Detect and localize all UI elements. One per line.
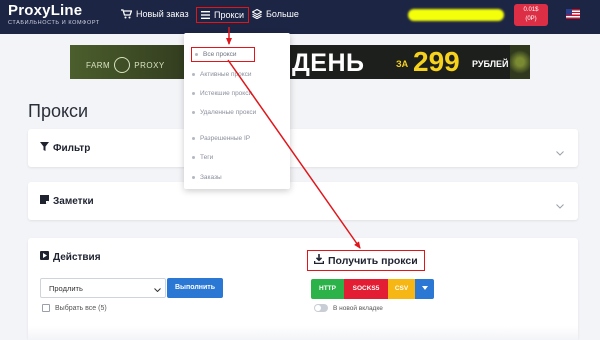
- proxy-dropdown-menu: Все прокси Активные прокси Истекшие прок…: [184, 33, 290, 189]
- download-icon: [313, 254, 325, 267]
- dropdown-item-expired-proxies[interactable]: Истекшие прокси: [192, 90, 252, 97]
- play-square-icon: [40, 251, 49, 263]
- nav-more[interactable]: Больше: [252, 9, 299, 19]
- dropdown-item-label: Истекшие прокси: [200, 90, 253, 97]
- banner-farm-text: FARM: [86, 60, 111, 70]
- actions-card-title: Действия: [53, 251, 101, 263]
- notes-card[interactable]: Заметки: [28, 182, 578, 220]
- bullet-icon: [192, 73, 195, 76]
- banner-price: 299: [413, 46, 460, 77]
- notes-card-title: Заметки: [53, 195, 94, 207]
- format-more-button[interactable]: [415, 279, 434, 299]
- actions-card: Действия Продлить Выполнить Выбрать все …: [28, 238, 578, 340]
- bullet-icon: [192, 176, 195, 179]
- balance-badge[interactable]: 0.01$ (0P): [514, 4, 548, 26]
- dropdown-item-label: Все прокси: [203, 51, 237, 58]
- dropdown-item-orders[interactable]: Заказы: [192, 174, 222, 181]
- balance-points: (0P): [525, 16, 537, 22]
- redaction-highlight: [408, 9, 504, 21]
- nav-more-label: Больше: [266, 9, 299, 19]
- socks5-button[interactable]: SOCKS5: [344, 279, 388, 299]
- csv-button[interactable]: CSV: [388, 279, 415, 299]
- banner-day-text: ДЕНЬ: [292, 49, 365, 77]
- action-select-value: Продлить: [49, 284, 83, 293]
- chevron-down-icon: [154, 285, 161, 294]
- top-navbar: ProxyLine СТАБИЛЬНОСТЬ И КОМФОРТ Новый з…: [0, 0, 600, 34]
- dropdown-item-label: Удаленные прокси: [200, 109, 257, 116]
- dropdown-item-deleted-proxies[interactable]: Удаленные прокси: [192, 109, 256, 116]
- bullet-icon: [195, 53, 198, 56]
- nav-new-order-label: Новый заказ: [136, 9, 189, 19]
- dropdown-item-label: Теги: [200, 154, 214, 161]
- dropdown-item-label: Активные прокси: [200, 71, 252, 78]
- select-all-label: Выбрать все (5): [55, 304, 107, 312]
- run-button[interactable]: Выполнить: [167, 278, 223, 298]
- action-select[interactable]: Продлить: [40, 278, 166, 298]
- nav-proxy[interactable]: Прокси: [196, 7, 250, 23]
- farm-logo-icon: [114, 57, 131, 73]
- actions-card-header: Действия: [40, 251, 101, 263]
- banner-right-decoration: [510, 45, 530, 79]
- dropdown-item-label: Заказы: [200, 174, 222, 181]
- chevron-down-icon[interactable]: [556, 143, 564, 161]
- bullet-icon: [192, 137, 195, 140]
- select-all-checkbox[interactable]: [42, 304, 50, 312]
- dropdown-item-label: Разрешенные IP: [200, 135, 251, 142]
- logo-name: ProxyLine: [8, 2, 83, 19]
- banner-proxy-text: PROXY: [134, 60, 165, 70]
- dropdown-item-all-proxies[interactable]: Все прокси: [191, 47, 255, 62]
- balance-amount: 0.01$: [523, 7, 539, 13]
- list-icon: [201, 11, 210, 19]
- logo[interactable]: ProxyLine СТАБИЛЬНОСТЬ И КОМФОРТ: [8, 3, 100, 27]
- banner-currency: РУБЛЕЙ: [472, 59, 509, 69]
- logo-tagline: СТАБИЛЬНОСТЬ И КОМФОРТ: [8, 20, 100, 26]
- chevron-down-icon[interactable]: [556, 196, 564, 214]
- notes-card-header: Заметки: [40, 195, 94, 207]
- nav-proxy-label: Прокси: [214, 10, 245, 20]
- select-all-row[interactable]: Выбрать все (5): [42, 304, 107, 312]
- banner-farm-proxy: FARM PROXY: [86, 57, 165, 73]
- banner-za-text: ЗА: [396, 59, 409, 69]
- dropdown-item-tags[interactable]: Теги: [192, 154, 213, 161]
- bottom-fade: [28, 326, 578, 340]
- promo-banner[interactable]: FARM PROXY ДЕНЬ ЗА 299 РУБЛЕЙ: [70, 45, 530, 79]
- dropdown-item-active-proxies[interactable]: Активные прокси: [192, 71, 252, 78]
- new-tab-toggle[interactable]: [314, 304, 328, 312]
- caret-down-icon: [421, 286, 428, 291]
- layers-icon: [252, 9, 262, 19]
- us-flag-icon[interactable]: [566, 9, 580, 19]
- nav-new-order[interactable]: Новый заказ: [121, 9, 189, 19]
- new-tab-row[interactable]: В новой вкладке: [314, 304, 383, 312]
- filter-card[interactable]: Фильтр: [28, 129, 578, 167]
- bullet-icon: [192, 111, 195, 114]
- dropdown-item-allowed-ips[interactable]: Разрешенные IP: [192, 135, 250, 142]
- get-proxies-label: Получить прокси: [328, 254, 418, 267]
- http-button[interactable]: HTTP: [311, 279, 344, 299]
- filter-card-title: Фильтр: [53, 142, 91, 154]
- bullet-icon: [192, 156, 195, 159]
- page-title: Прокси: [28, 101, 89, 121]
- new-tab-label: В новой вкладке: [333, 304, 383, 312]
- filter-icon: [40, 142, 49, 154]
- cart-icon: [121, 9, 132, 19]
- note-icon: [40, 195, 49, 207]
- filter-card-header: Фильтр: [40, 142, 90, 154]
- bullet-icon: [192, 92, 195, 95]
- get-proxies-heading: Получить прокси: [307, 250, 425, 271]
